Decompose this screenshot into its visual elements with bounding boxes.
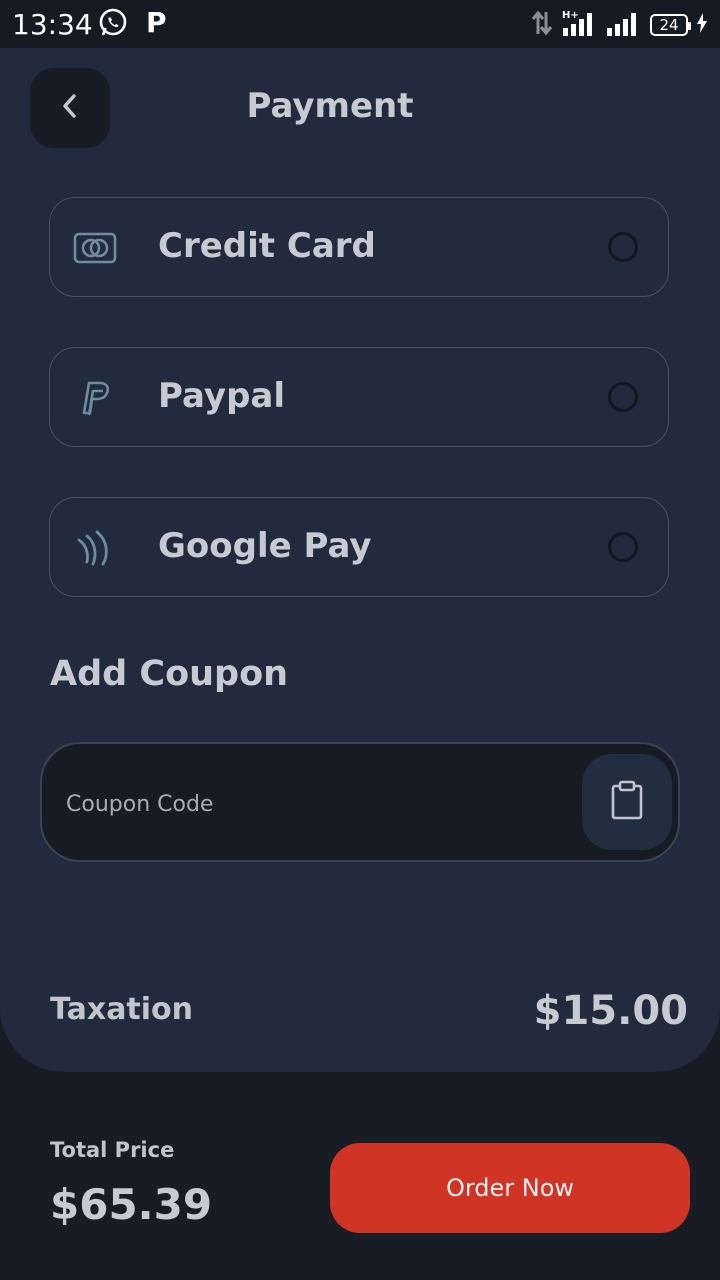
page-title: Payment xyxy=(246,86,414,126)
charging-icon xyxy=(696,13,708,37)
paste-coupon-button[interactable] xyxy=(582,754,672,850)
status-time: 13:34 xyxy=(12,8,93,41)
radio-button[interactable] xyxy=(608,232,638,262)
order-now-button[interactable]: Order Now xyxy=(330,1143,690,1233)
data-arrows-icon xyxy=(530,10,554,40)
payment-panel: Payment Credit Card Paypal Google Pay Ad… xyxy=(0,48,720,1072)
credit-card-icon xyxy=(72,226,118,270)
taxation-value: $15.00 xyxy=(533,988,688,1034)
total-price-value: $65.39 xyxy=(50,1180,213,1229)
svg-text:H+: H+ xyxy=(562,10,579,21)
add-coupon-title: Add Coupon xyxy=(50,654,289,694)
payment-option-paypal[interactable]: Paypal xyxy=(49,347,669,447)
payment-option-label: Paypal xyxy=(158,376,286,416)
total-price-label: Total Price xyxy=(50,1138,175,1162)
payment-option-credit-card[interactable]: Credit Card xyxy=(49,197,669,297)
clipboard-icon xyxy=(610,780,644,824)
paypal-icon xyxy=(72,376,118,420)
payment-option-label: Credit Card xyxy=(158,226,376,266)
google-pay-icon xyxy=(72,526,118,570)
battery-icon: 24 xyxy=(650,14,691,36)
p-icon: P xyxy=(146,6,167,39)
payment-option-label: Google Pay xyxy=(158,526,372,566)
radio-button[interactable] xyxy=(608,532,638,562)
whatsapp-icon xyxy=(98,8,128,38)
taxation-label: Taxation xyxy=(50,992,194,1027)
radio-button[interactable] xyxy=(608,382,638,412)
status-icons: H+ 24 xyxy=(530,10,708,40)
coupon-input[interactable] xyxy=(64,778,568,830)
coupon-field xyxy=(40,742,680,862)
payment-option-google-pay[interactable]: Google Pay xyxy=(49,497,669,597)
signal-icon xyxy=(606,9,642,41)
signal-hplus-icon: H+ xyxy=(562,9,598,41)
status-bar: 13:34 P H+ 24 xyxy=(0,0,720,48)
